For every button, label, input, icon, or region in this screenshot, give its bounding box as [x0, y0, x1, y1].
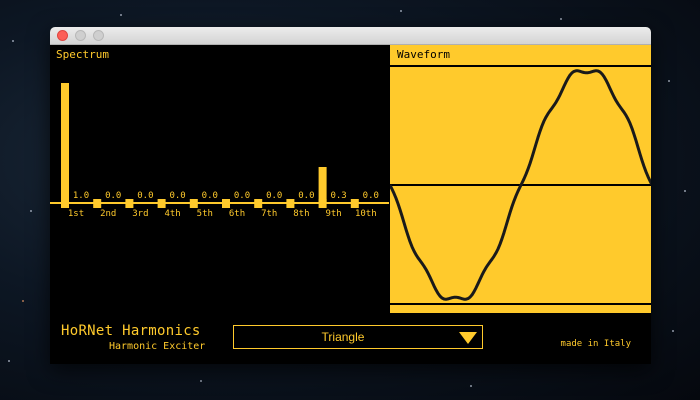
- harmonic-handle-5th[interactable]: [189, 199, 198, 208]
- harmonic-label-2nd: 2nd: [100, 209, 116, 219]
- harmonic-handle-1st[interactable]: [61, 199, 69, 208]
- preset-dropdown[interactable]: Triangle: [233, 325, 483, 349]
- preset-selected-value: Triangle: [321, 330, 365, 344]
- harmonic-bar-9th[interactable]: [318, 167, 327, 203]
- harmonic-handle-4th[interactable]: [157, 199, 166, 208]
- minimize-button[interactable]: [75, 30, 86, 41]
- brand-subtitle: Harmonic Exciter: [109, 341, 206, 352]
- spectrum-panel: Spectrum 1.0 1st 0.0 2nd 0.0 3rd 0.0 4th 0.0 5th 0…: [50, 45, 389, 313]
- harmonic-value-2nd: 0.0: [105, 191, 121, 201]
- harmonic-value-9th: 0.3: [330, 191, 346, 201]
- waveform-plot: [390, 65, 651, 305]
- harmonic-value-7th: 0.0: [266, 191, 282, 201]
- harmonic-handle-6th[interactable]: [222, 199, 230, 208]
- harmonic-label-6th: 6th: [229, 209, 245, 219]
- harmonic-handle-9th[interactable]: [318, 199, 327, 208]
- harmonic-value-8th: 0.0: [298, 191, 314, 201]
- close-button[interactable]: [57, 30, 68, 41]
- harmonic-handle-10th[interactable]: [350, 199, 359, 208]
- harmonic-handle-7th[interactable]: [254, 199, 263, 208]
- harmonic-value-1st: 1.0: [73, 191, 89, 201]
- harmonic-bar-1st[interactable]: [61, 83, 69, 203]
- harmonic-label-5th: 5th: [197, 209, 213, 219]
- window-titlebar[interactable]: [50, 27, 651, 45]
- harmonic-label-3rd: 3rd: [132, 209, 148, 219]
- harmonic-value-4th: 0.0: [169, 191, 185, 201]
- harmonic-value-6th: 0.0: [234, 191, 250, 201]
- harmonic-label-7th: 7th: [261, 209, 277, 219]
- waveform-label: Waveform: [397, 48, 450, 61]
- harmonic-handle-3rd[interactable]: [125, 199, 134, 208]
- footer-bar: HoRNet Harmonics Harmonic Exciter Triang…: [50, 313, 651, 364]
- waveform-panel: Waveform: [389, 45, 651, 313]
- dropdown-arrow-icon[interactable]: [459, 332, 477, 344]
- harmonic-value-3rd: 0.0: [137, 191, 153, 201]
- zoom-button[interactable]: [93, 30, 104, 41]
- harmonic-label-4th: 4th: [164, 209, 180, 219]
- spectrum-chart[interactable]: 1.0 1st 0.0 2nd 0.0 3rd 0.0 4th 0.0 5th 0.0 6th 0.0 7…: [50, 45, 389, 313]
- harmonic-label-10th: 10th: [355, 209, 377, 219]
- harmonic-value-5th: 0.0: [202, 191, 218, 201]
- harmonic-label-8th: 8th: [293, 209, 309, 219]
- harmonic-handle-8th[interactable]: [286, 199, 295, 208]
- made-in-label: made in Italy: [560, 339, 631, 349]
- harmonic-label-1st: 1st: [68, 209, 84, 219]
- brand-title: HoRNet Harmonics: [61, 323, 201, 339]
- app-window: Spectrum 1.0 1st 0.0 2nd 0.0 3rd 0.0 4th 0.0 5th 0…: [50, 27, 651, 364]
- harmonic-handle-2nd[interactable]: [93, 199, 102, 208]
- harmonic-value-10th: 0.0: [363, 191, 379, 201]
- harmonic-label-9th: 9th: [325, 209, 341, 219]
